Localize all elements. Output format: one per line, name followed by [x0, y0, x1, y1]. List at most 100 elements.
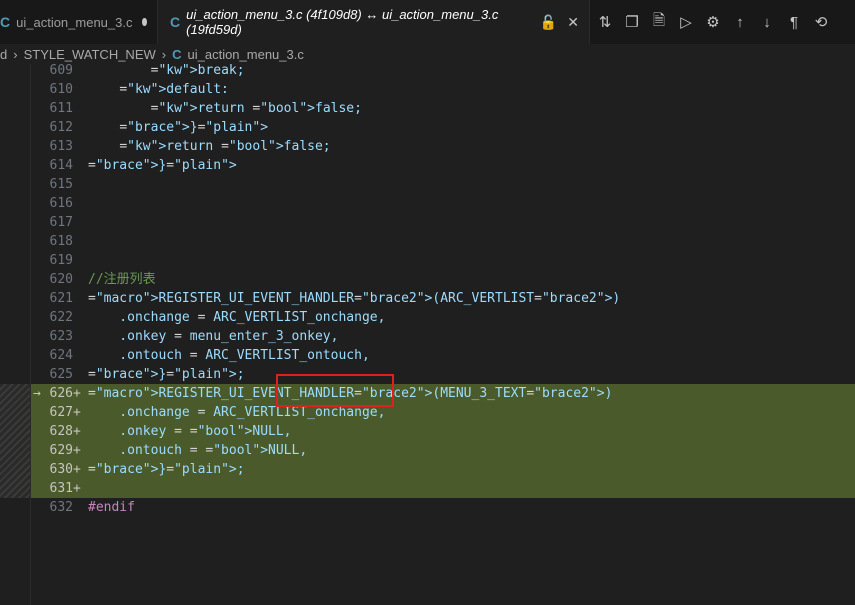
line-number: 609 [49, 64, 73, 78]
added-line-plus-icon: + [73, 462, 81, 477]
line-number: 628 [49, 424, 73, 439]
code-line[interactable]: 626 + → ="macro">REGISTER_UI_EVENT_HANDLER=… [31, 384, 855, 403]
added-line-plus-icon: + [73, 405, 81, 420]
code-text: ="brace">}="plain">; [88, 367, 245, 382]
breadcrumb-prefix[interactable]: d [0, 47, 7, 62]
c-file-icon: C [172, 46, 182, 62]
breadcrumb: d › STYLE_WATCH_NEW › C ui_action_menu_3… [0, 44, 855, 64]
code-line[interactable]: 631 + [31, 479, 855, 498]
tab-diff-view[interactable]: C ui_action_menu_3.c (4f109d8) ↔ ui_acti… [158, 0, 590, 44]
line-number: 623 [49, 329, 73, 344]
line-number: 617 [49, 215, 73, 230]
code-line[interactable]: 630 + ="brace">}="plain">; [31, 460, 855, 479]
added-line-plus-icon: + [73, 386, 81, 401]
c-file-icon: C [170, 14, 181, 30]
line-number: 613 [49, 139, 73, 154]
annotation-highlight-box [276, 374, 394, 407]
line-number: 625 [49, 367, 73, 382]
arrow-up-icon[interactable]: ↑ [733, 14, 747, 31]
added-line-plus-icon: + [73, 481, 81, 496]
code-line[interactable]: 617 [31, 213, 855, 232]
unsaved-dot-icon[interactable] [142, 18, 147, 26]
c-file-icon: C [0, 14, 11, 30]
code-line[interactable]: 627 + .onchange = ARC_VERTLIST_onchange, [31, 403, 855, 422]
code-line[interactable]: 620 //注册列表 [31, 270, 855, 289]
line-number: 632 [49, 500, 73, 515]
code-line[interactable]: 628 + .onkey = ="bool">NULL, [31, 422, 855, 441]
code-line[interactable]: 632 #endif [31, 498, 855, 517]
settings-icon[interactable]: ⚙ [706, 13, 720, 31]
line-number: 622 [49, 310, 73, 325]
line-number: 620 [49, 272, 73, 287]
line-number: 612 [49, 120, 73, 135]
open-file-icon[interactable]: 🗎 [652, 10, 666, 35]
run-icon[interactable]: ▷ [679, 13, 693, 31]
revert-icon[interactable]: ⟲ [814, 13, 828, 31]
code-line[interactable]: 629 + .ontouch = ="bool">NULL, [31, 441, 855, 460]
diff-removed-stripe [0, 384, 30, 498]
code-line[interactable]: 612 ="brace">}="plain"> [31, 118, 855, 137]
line-number: 610 [49, 82, 73, 97]
copy-icon[interactable]: ❐ [625, 13, 639, 31]
line-number: 619 [49, 253, 73, 268]
compare-changes-icon[interactable]: ⇅ [598, 13, 612, 31]
line-number: 616 [49, 196, 73, 211]
line-number: 614 [49, 158, 73, 173]
line-number: 611 [49, 101, 73, 116]
code-text: ="brace">}="plain">; [88, 462, 245, 477]
lock-icon[interactable]: 🔓 [540, 14, 557, 31]
code-line[interactable]: 623 .onkey = menu_enter_3_onkey, [31, 327, 855, 346]
code-line[interactable]: 615 [31, 175, 855, 194]
pilcrow-icon[interactable]: ¶ [787, 14, 801, 31]
code-text: #endif [88, 500, 135, 515]
code-text: .onchange = ARC_VERTLIST_onchange, [88, 310, 386, 325]
code-line[interactable]: 619 [31, 251, 855, 270]
added-line-plus-icon: + [73, 424, 81, 439]
line-number: 618 [49, 234, 73, 249]
line-number: 630 [49, 462, 73, 477]
code-line[interactable]: 621 ="macro">REGISTER_UI_EVENT_HANDLER="b… [31, 289, 855, 308]
code-line[interactable]: 609 ="kw">break; [31, 64, 855, 80]
code-text: ="macro">REGISTER_UI_EVENT_HANDLER="brac… [88, 291, 621, 306]
code-text: ="kw">default: [119, 82, 229, 97]
code-text: ="brace">}="plain"> [119, 120, 269, 135]
code-line[interactable]: 613 ="kw">return ="bool">false; [31, 137, 855, 156]
code-text: ="kw">return ="bool">false; [119, 139, 331, 154]
tab-ui-action-menu-3[interactable]: C ui_action_menu_3.c [0, 0, 158, 44]
line-number: 627 [49, 405, 73, 420]
editor-toolbar: ⇅ ❐ 🗎 ▷ ⚙ ↑ ↓ ¶ ⟲ [590, 0, 855, 44]
code-text: .onkey = menu_enter_3_onkey, [88, 329, 339, 344]
code-line[interactable]: 614 ="brace">}="plain"> [31, 156, 855, 175]
code-text: ="brace">}="plain"> [88, 158, 237, 173]
arrow-down-icon[interactable]: ↓ [760, 14, 774, 31]
line-number: 621 [49, 291, 73, 306]
code-text: ="kw">return ="bool">false; [150, 101, 362, 116]
code-line[interactable]: 610 ="kw">default: [31, 80, 855, 99]
chevron-right-icon: › [161, 46, 167, 62]
code-line[interactable]: 616 [31, 194, 855, 213]
close-icon[interactable]: ✕ [567, 14, 579, 31]
added-line-plus-icon: + [73, 443, 81, 458]
chevron-right-icon: › [13, 46, 18, 62]
code-line[interactable]: 624 .ontouch = ARC_VERTLIST_ontouch, [31, 346, 855, 365]
code-line[interactable]: 611 ="kw">return ="bool">false; [31, 99, 855, 118]
current-change-arrow-icon: → [33, 386, 41, 401]
code-text: //注册列表 [88, 272, 156, 287]
line-number: 624 [49, 348, 73, 363]
tab-label: ui_action_menu_3.c [16, 14, 133, 30]
code-line[interactable]: 622 .onchange = ARC_VERTLIST_onchange, [31, 308, 855, 327]
code-line[interactable]: 618 [31, 232, 855, 251]
tab-bar: C ui_action_menu_3.c C ui_action_menu_3.… [0, 0, 855, 44]
code-text: .ontouch = ="bool">NULL, [88, 443, 308, 458]
code-text: .onkey = ="bool">NULL, [88, 424, 292, 439]
diff-editor[interactable]: 609 ="kw">break; 610 ="kw">default: 611 ="… [0, 64, 855, 605]
breadcrumb-folder[interactable]: STYLE_WATCH_NEW [24, 47, 156, 62]
code-text: ="kw">break; [150, 64, 245, 78]
line-number: 615 [49, 177, 73, 192]
breadcrumb-file[interactable]: ui_action_menu_3.c [188, 47, 304, 62]
tab-label: ui_action_menu_3.c (4f109d8) ↔ ui_action… [186, 7, 499, 37]
code-line[interactable]: 625 ="brace">}="plain">; [31, 365, 855, 384]
line-number: 629 [49, 443, 73, 458]
code-text: .ontouch = ARC_VERTLIST_ontouch, [88, 348, 370, 363]
line-number: 631 [49, 481, 73, 496]
